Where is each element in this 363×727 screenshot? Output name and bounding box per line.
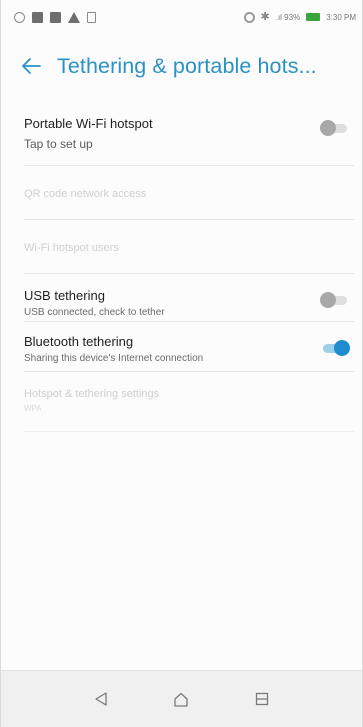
warning-icon <box>68 11 80 23</box>
wifi-hotspot-toggle[interactable] <box>320 120 350 136</box>
battery-icon <box>306 13 321 21</box>
navigation-bar <box>1 670 362 727</box>
bluetooth-tethering-toggle[interactable] <box>320 340 350 356</box>
qr-code-access-row: QR code network access <box>24 166 354 220</box>
back-icon[interactable] <box>86 684 116 714</box>
signal-battery-text: .ıl 93% <box>275 12 301 22</box>
clipboard-icon <box>87 11 96 23</box>
hotspot-icon <box>243 11 255 23</box>
hotspot-settings-title: Hotspot & tethering settings <box>24 388 160 400</box>
hotspot-users-row: Wi-Fi hotspot users <box>24 220 354 274</box>
hotspot-settings-subtitle: WPA <box>24 404 42 413</box>
qr-code-access-title: QR code network access <box>24 188 147 200</box>
image-icon <box>32 11 43 23</box>
sync-icon <box>14 11 25 23</box>
usb-tethering-row[interactable]: USB tethering USB connected, check to te… <box>24 274 354 322</box>
bluetooth-tethering-row[interactable]: Bluetooth tethering Sharing this device'… <box>24 322 354 372</box>
bluetooth-icon: ✱ <box>260 10 270 23</box>
bluetooth-tethering-title: Bluetooth tethering <box>24 334 134 349</box>
toggle-knob <box>320 292 336 308</box>
toggle-knob <box>334 340 350 356</box>
wifi-hotspot-title: Portable Wi-Fi hotspot <box>24 116 153 131</box>
wifi-hotspot-row[interactable]: Portable Wi-Fi hotspot Tap to set up <box>24 98 354 166</box>
settings-list: Portable Wi-Fi hotspot Tap to set up QR … <box>24 98 354 432</box>
hotspot-settings-row: Hotspot & tethering settings WPA <box>24 372 354 432</box>
page-title: Tethering & portable hots... <box>57 53 317 78</box>
bluetooth-tethering-subtitle: Sharing this device's Internet connectio… <box>24 353 204 364</box>
home-icon[interactable] <box>166 684 196 714</box>
status-time: 3:30 PM <box>326 12 356 22</box>
wifi-hotspot-subtitle: Tap to set up <box>24 137 93 151</box>
phone-screen: ✱ .ıl 93% 3:30 PM Tethering & portable h… <box>0 0 363 727</box>
hotspot-users-title: Wi-Fi hotspot users <box>24 242 119 254</box>
status-left-icons <box>14 11 96 23</box>
app-bar: Tethering & portable hots... <box>1 34 362 98</box>
usb-tethering-subtitle: USB connected, check to tether <box>24 307 165 318</box>
recents-icon[interactable] <box>247 684 277 714</box>
status-bar: ✱ .ıl 93% 3:30 PM <box>1 0 362 34</box>
toggle-knob <box>320 120 336 136</box>
image-icon <box>50 11 61 23</box>
usb-tethering-title: USB tethering <box>24 288 105 303</box>
usb-tethering-toggle[interactable] <box>320 292 350 308</box>
back-arrow-icon[interactable] <box>17 52 45 80</box>
status-right-icons: ✱ .ıl 93% 3:30 PM <box>243 10 356 23</box>
